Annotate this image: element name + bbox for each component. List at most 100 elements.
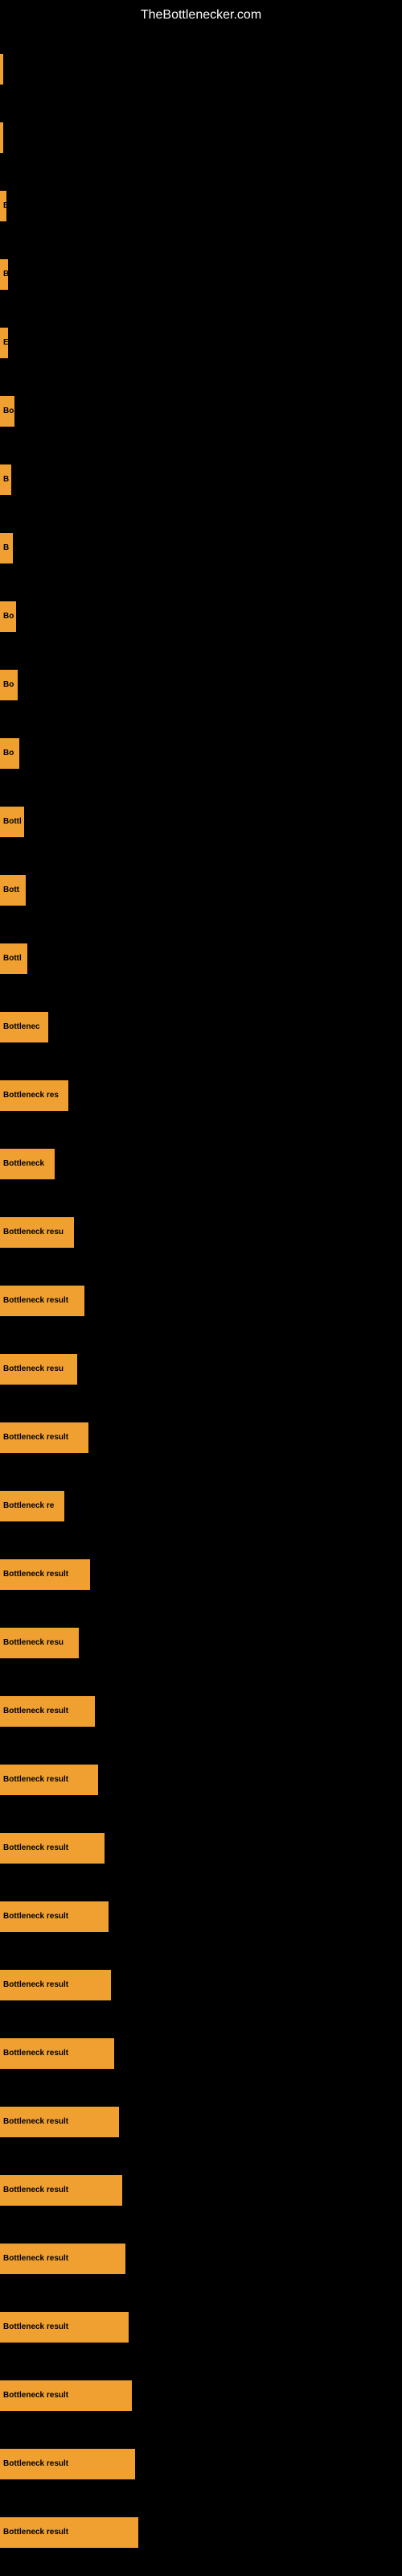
bar-3: B: [0, 259, 8, 290]
bar-row: Bottleneck: [0, 1129, 402, 1198]
bar-label-35: Bottleneck result: [3, 2459, 68, 2468]
bar-label-13: Bottl: [3, 954, 22, 963]
bar-34: Bottleneck result: [0, 2380, 132, 2411]
bar-label-11: Bottl: [3, 817, 22, 826]
bar-1: |: [0, 122, 3, 153]
bar-6: B: [0, 464, 11, 495]
bar-label-22: Bottleneck result: [3, 1570, 68, 1579]
bar-row: Bottleneck resu: [0, 1608, 402, 1677]
bar-row: Bottleneck resu: [0, 1335, 402, 1403]
bar-30: Bottleneck result: [0, 2107, 119, 2137]
bar-label-30: Bottleneck result: [3, 2117, 68, 2126]
bar-15: Bottleneck res: [0, 1080, 68, 1111]
bar-row: Bottleneck result: [0, 2019, 402, 2087]
bar-row: B: [0, 445, 402, 514]
bar-label-28: Bottleneck result: [3, 1980, 68, 1989]
bar-row: Bottleneck result: [0, 1540, 402, 1608]
bar-row: Bottleneck result: [0, 1266, 402, 1335]
bars-container: | | E B E Bo B B Bo Bo Bo Bottl Bott Bottl Bottlenec Bo…: [0, 27, 402, 2566]
bar-8: Bo: [0, 601, 16, 632]
bar-label-16: Bottleneck: [3, 1159, 44, 1168]
bar-label-27: Bottleneck result: [3, 1912, 68, 1921]
bar-0: |: [0, 54, 3, 85]
bar-14: Bottlenec: [0, 1012, 48, 1042]
bar-row: Bottleneck result: [0, 2293, 402, 2361]
bar-31: Bottleneck result: [0, 2175, 122, 2206]
bar-label-3: B: [3, 270, 8, 279]
bar-row: B: [0, 514, 402, 582]
bar-label-9: Bo: [3, 680, 14, 689]
bar-row: Bottl: [0, 924, 402, 993]
bar-36: Bottleneck result: [0, 2517, 138, 2548]
bar-row: Bott: [0, 856, 402, 924]
bar-row: Bo: [0, 582, 402, 650]
bar-27: Bottleneck result: [0, 1901, 109, 1932]
bar-row: Bottleneck result: [0, 1814, 402, 1882]
bar-19: Bottleneck resu: [0, 1354, 77, 1385]
bar-row: Bottl: [0, 787, 402, 856]
bar-32: Bottleneck result: [0, 2244, 125, 2274]
bar-row: Bottleneck result: [0, 1882, 402, 1951]
bar-25: Bottleneck result: [0, 1765, 98, 1795]
bar-label-14: Bottlenec: [3, 1022, 40, 1031]
bar-label-17: Bottleneck resu: [3, 1228, 64, 1236]
site-title: TheBottlenecker.com: [0, 0, 402, 27]
bar-row: E: [0, 308, 402, 377]
bar-row: |: [0, 35, 402, 103]
bar-24: Bottleneck result: [0, 1696, 95, 1727]
bar-row: Bottleneck result: [0, 2156, 402, 2224]
bar-row: Bo: [0, 377, 402, 445]
bar-label-18: Bottleneck result: [3, 1296, 68, 1305]
bar-row: Bottleneck result: [0, 1745, 402, 1814]
bar-row: Bo: [0, 650, 402, 719]
bar-label-6: B: [3, 475, 9, 484]
bar-label-21: Bottleneck re: [3, 1501, 54, 1510]
bar-29: Bottleneck result: [0, 2038, 114, 2069]
bar-row: Bottleneck re: [0, 1472, 402, 1540]
bar-row: Bottleneck res: [0, 1061, 402, 1129]
bar-22: Bottleneck result: [0, 1559, 90, 1590]
bar-label-5: Bo: [3, 407, 14, 415]
bar-label-33: Bottleneck result: [3, 2322, 68, 2331]
bar-label-10: Bo: [3, 749, 14, 758]
bar-row: Bottleneck result: [0, 2361, 402, 2429]
bar-11: Bottl: [0, 807, 24, 837]
bar-label-20: Bottleneck result: [3, 1433, 68, 1442]
bar-7: B: [0, 533, 13, 564]
bar-26: Bottleneck result: [0, 1833, 105, 1864]
bar-row: Bottleneck resu: [0, 1198, 402, 1266]
bar-label-8: Bo: [3, 612, 14, 621]
bar-row: Bottleneck result: [0, 2429, 402, 2498]
bar-label-23: Bottleneck resu: [3, 1638, 64, 1647]
bar-label-26: Bottleneck result: [3, 1843, 68, 1852]
bar-17: Bottleneck resu: [0, 1217, 74, 1248]
bar-16: Bottleneck: [0, 1149, 55, 1179]
bar-row: E: [0, 171, 402, 240]
bar-label-12: Bott: [3, 886, 19, 894]
bar-33: Bottleneck result: [0, 2312, 129, 2343]
bar-28: Bottleneck result: [0, 1970, 111, 2000]
bar-label-4: E: [3, 338, 8, 347]
bar-row: |: [0, 103, 402, 171]
bar-10: Bo: [0, 738, 19, 769]
bar-20: Bottleneck result: [0, 1422, 88, 1453]
bar-21: Bottleneck re: [0, 1491, 64, 1521]
bar-4: E: [0, 328, 8, 358]
bar-label-7: B: [3, 543, 9, 552]
bar-row: Bottlenec: [0, 993, 402, 1061]
bar-row: B: [0, 240, 402, 308]
bar-label-34: Bottleneck result: [3, 2391, 68, 2400]
bar-row: Bottleneck result: [0, 1951, 402, 2019]
bar-label-2: E: [3, 201, 6, 210]
bar-row: Bottleneck result: [0, 1403, 402, 1472]
bar-18: Bottleneck result: [0, 1286, 84, 1316]
bar-35: Bottleneck result: [0, 2449, 135, 2479]
bar-9: Bo: [0, 670, 18, 700]
bar-5: Bo: [0, 396, 14, 427]
bar-label-25: Bottleneck result: [3, 1775, 68, 1784]
bar-2: E: [0, 191, 6, 221]
bar-12: Bott: [0, 875, 26, 906]
bar-label-29: Bottleneck result: [3, 2049, 68, 2058]
bar-label-31: Bottleneck result: [3, 2186, 68, 2194]
bar-row: Bo: [0, 719, 402, 787]
